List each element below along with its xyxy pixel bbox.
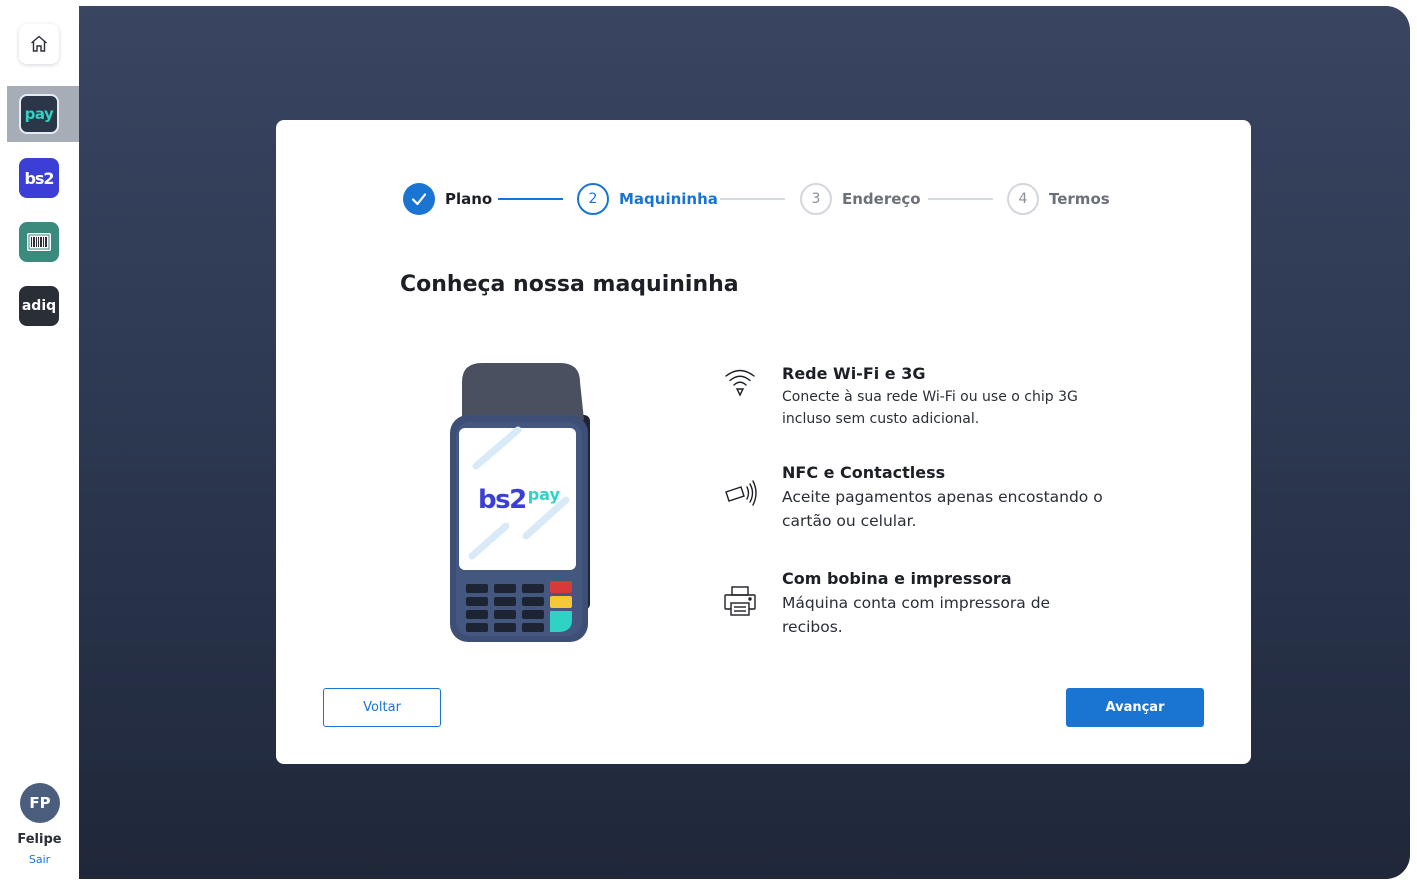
feature-title: Rede Wi-Fi e 3G — [782, 364, 926, 383]
feature-description: Máquina conta com impressora de recibos. — [782, 594, 1051, 636]
step-label: Maquininha — [619, 190, 718, 208]
avatar[interactable]: FP — [20, 783, 60, 823]
pay-app-logo: pay — [24, 105, 54, 123]
feature-description: Conecte à sua rede Wi-Fi ou use o chip 3… — [782, 389, 1078, 427]
back-button[interactable]: Voltar — [323, 688, 441, 727]
adiq-app-button[interactable]: adiq — [19, 286, 59, 326]
step-termos: 4 Termos — [1007, 183, 1110, 215]
feature-description: Aceite pagamentos apenas encostando o ca… — [782, 488, 1103, 530]
page-title: Conheça nossa maquininha — [400, 272, 739, 297]
device-brand: bs2 — [478, 485, 527, 515]
bs2-app-button[interactable]: bs2 — [19, 158, 59, 198]
feature-printer: Com bobina e impressora Máquina conta co… — [722, 569, 1112, 639]
step-maquininha: 2 Maquininha — [577, 183, 718, 215]
nfc-icon — [722, 477, 758, 513]
onboarding-card: Plano 2 Maquininha 3 Endereço 4 Termos C… — [276, 120, 1251, 764]
printer-icon — [722, 583, 758, 619]
card-terminal-illustration: bs2 pay — [448, 360, 598, 649]
logout-link[interactable]: Sair — [0, 853, 79, 866]
step-number: 4 — [1007, 183, 1039, 215]
barcode-icon — [27, 233, 51, 251]
adiq-app-logo: adiq — [21, 298, 57, 314]
device-brand-suffix: pay — [527, 485, 560, 504]
bs2-app-logo: bs2 — [24, 168, 54, 188]
next-button[interactable]: Avançar — [1066, 688, 1204, 727]
check-icon — [403, 183, 435, 215]
step-endereco: 3 Endereço — [800, 183, 921, 215]
step-connector — [498, 198, 563, 200]
user-name: Felipe — [17, 832, 62, 847]
pay-app-button[interactable]: pay — [19, 94, 59, 134]
step-label: Endereço — [842, 190, 921, 208]
feature-title: Com bobina e impressora — [782, 569, 1012, 588]
step-number: 3 — [800, 183, 832, 215]
feature-wifi: Rede Wi-Fi e 3G Conecte à sua rede Wi-Fi… — [722, 364, 1112, 430]
step-label: Termos — [1049, 190, 1110, 208]
step-number: 2 — [577, 183, 609, 215]
home-icon — [31, 35, 47, 52]
feature-title: NFC e Contactless — [782, 463, 946, 482]
wifi-icon — [722, 364, 758, 400]
step-connector — [928, 198, 993, 200]
home-button[interactable] — [19, 24, 59, 64]
step-plano: Plano — [403, 183, 492, 215]
step-connector — [720, 198, 785, 200]
app-sidebar: pay bs2 adiq FP Felipe Sair — [0, 0, 79, 885]
device-brand-logo: bs2 pay — [478, 485, 560, 515]
feature-nfc: NFC e Contactless Aceite pagamentos apen… — [722, 463, 1112, 533]
barcode-app-button[interactable] — [19, 222, 59, 262]
step-label: Plano — [445, 190, 493, 208]
